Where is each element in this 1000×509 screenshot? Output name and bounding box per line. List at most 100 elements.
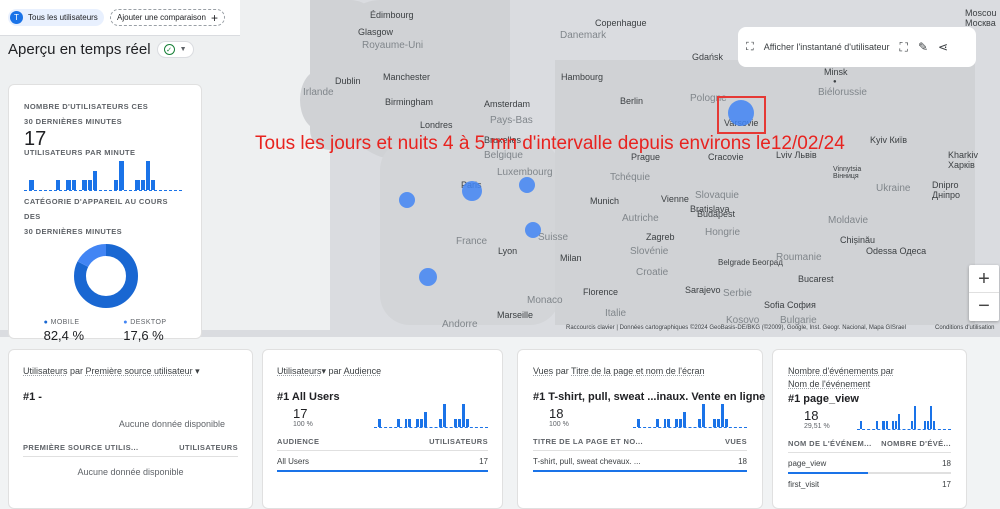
minute-bar [423, 411, 427, 427]
map-toolbar: ⛶ Afficher l'instantané d'utilisateur ⛶ … [738, 27, 976, 67]
annotation-text: Tous les jours et nuits 4 à 5 mn d'inter… [255, 133, 845, 154]
page-title: Aperçu en temps réel [8, 41, 151, 58]
top-percent: 29,51 % [804, 423, 830, 430]
user-snapshot-button[interactable]: Afficher l'instantané d'utilisateur [764, 42, 890, 52]
minute-bar [898, 413, 901, 429]
metric-selector[interactable]: Nombre d'événements par [788, 366, 894, 376]
empty-message: Aucune donnée disponible [118, 419, 225, 429]
per-minute-caption: UTILISATEURS PAR MINUTE [24, 148, 136, 157]
city-label: Birmingham [385, 97, 434, 107]
minute-bar [678, 419, 682, 427]
status-dropdown[interactable]: ✓ ▼ [156, 41, 194, 58]
minute-bar [87, 180, 92, 190]
dimension-selector[interactable]: Titre de la page et nom de l'écran [571, 366, 704, 376]
dimension-selector[interactable]: Première source utilisateur [86, 366, 193, 376]
table-row[interactable]: All Users 17 [277, 451, 488, 472]
minute-bar [717, 419, 721, 427]
page-title-row: Aperçu en temps réel ✓ ▼ [8, 41, 194, 58]
minute-bar [140, 180, 145, 190]
country-label: Suisse [538, 232, 569, 243]
column-header[interactable]: AUDIENCE [277, 437, 319, 446]
add-comparison-label: Ajouter une comparaison [117, 13, 206, 22]
segment-chip[interactable]: T Tous les utilisateurs [8, 9, 104, 26]
chevron-down-icon: ▼ [179, 46, 187, 53]
edit-report-icon[interactable]: ✎ [918, 40, 928, 54]
country-label: France [456, 236, 488, 247]
minute-bar [923, 421, 926, 429]
city-label: Belgrade Београд [718, 258, 783, 267]
country-label: Moldavie [828, 215, 869, 226]
column-header[interactable]: PREMIÈRE SOURCE UTILIS... [23, 443, 138, 452]
table-row[interactable]: page_view 18 [788, 453, 951, 474]
city-label: Sarajevo [685, 285, 721, 295]
user-location-dot[interactable] [399, 192, 415, 208]
add-comparison-button[interactable]: Ajouter une comparaison + [110, 9, 225, 26]
country-label: Irlande [303, 87, 334, 98]
trend-chart [633, 404, 747, 428]
minute-bar [929, 406, 933, 429]
user-location-dot[interactable] [462, 181, 482, 201]
metric-selector[interactable]: Utilisateurs [23, 366, 68, 376]
minute-bar [82, 180, 87, 190]
zoom-out-button[interactable]: − [969, 293, 999, 321]
device-donut-chart [74, 244, 138, 308]
minute-bar [663, 419, 667, 427]
minute-bar [724, 419, 728, 427]
dimension-selector[interactable]: Nom de l'événement [788, 379, 870, 389]
top-value: 18 [804, 408, 819, 423]
city-label-minsk: Minsk [824, 67, 848, 77]
minute-bar [698, 419, 701, 427]
top-item: #1 All Users [277, 391, 340, 403]
minute-bar [29, 180, 34, 190]
legend-label: MOBILE [50, 319, 80, 326]
column-header[interactable]: NOM DE L'ÉVÉNEM... [788, 439, 872, 448]
column-header[interactable]: UTILISATEURS [179, 443, 238, 452]
user-snapshot-icon: ⛶ [746, 40, 754, 53]
top-item: #1 T-shirt, pull, sweat ...inaux. Vente … [533, 391, 766, 403]
plus-icon: + [210, 10, 218, 25]
title-sep: par [326, 366, 344, 376]
user-location-dot[interactable] [519, 177, 535, 193]
user-location-dot[interactable] [525, 222, 541, 238]
users-count: 17 [24, 128, 47, 150]
table-row[interactable]: T-shirt, pull, sweat chevaux. ... 18 [533, 451, 747, 472]
share-bar [788, 472, 868, 474]
zoom-in-button[interactable]: + [969, 265, 999, 293]
dimension-selector[interactable]: Audience [344, 366, 382, 376]
column-header[interactable]: VUES [725, 437, 747, 446]
share-icon[interactable]: ⋖ [938, 40, 948, 54]
city-label: Vienne [661, 194, 689, 204]
minute-bar [114, 180, 119, 190]
minute-bar [151, 180, 156, 190]
column-header[interactable]: TITRE DE LA PAGE ET NO... [533, 437, 643, 446]
row-value: 18 [942, 459, 951, 468]
event-count-card: Nombre d'événements par Nom de l'événemen… [772, 349, 967, 509]
minute-bar [462, 404, 465, 427]
column-header[interactable]: UTILISATEURS [429, 437, 488, 446]
city-label: Copenhague [595, 18, 647, 28]
city-label: Lyon [498, 246, 518, 256]
user-location-dot[interactable] [419, 268, 437, 286]
terms-link[interactable]: Conditions d'utilisation [935, 325, 995, 331]
minute-bar [682, 411, 686, 427]
top-value: 18 [549, 406, 564, 421]
minute-bar [458, 419, 462, 427]
check-circle-icon: ✓ [163, 44, 175, 55]
minute-bar [891, 421, 895, 429]
table-row[interactable]: first_visit 17 [788, 474, 951, 493]
column-header[interactable]: NOMBRE D'ÉVÉ... [881, 439, 951, 448]
map-attribution: Raccourcis clavier | Données cartographi… [566, 325, 906, 331]
city-label: Glasgow [358, 27, 394, 37]
top-item: #1 page_view [788, 393, 859, 405]
fullscreen-icon[interactable]: ⛶ [900, 40, 908, 55]
title-sep: par [67, 366, 86, 376]
trend-chart [857, 406, 951, 430]
metric-selector[interactable]: Utilisateurs [277, 366, 322, 376]
empty-message: Aucune donnée disponible [77, 467, 184, 477]
minute-bar [882, 421, 885, 429]
trend-chart [374, 404, 488, 428]
metric-selector[interactable]: Vues [533, 366, 553, 376]
country-label: Slovaquie [695, 190, 739, 201]
city-label: Londres [420, 120, 453, 130]
minute-bar [442, 404, 446, 427]
